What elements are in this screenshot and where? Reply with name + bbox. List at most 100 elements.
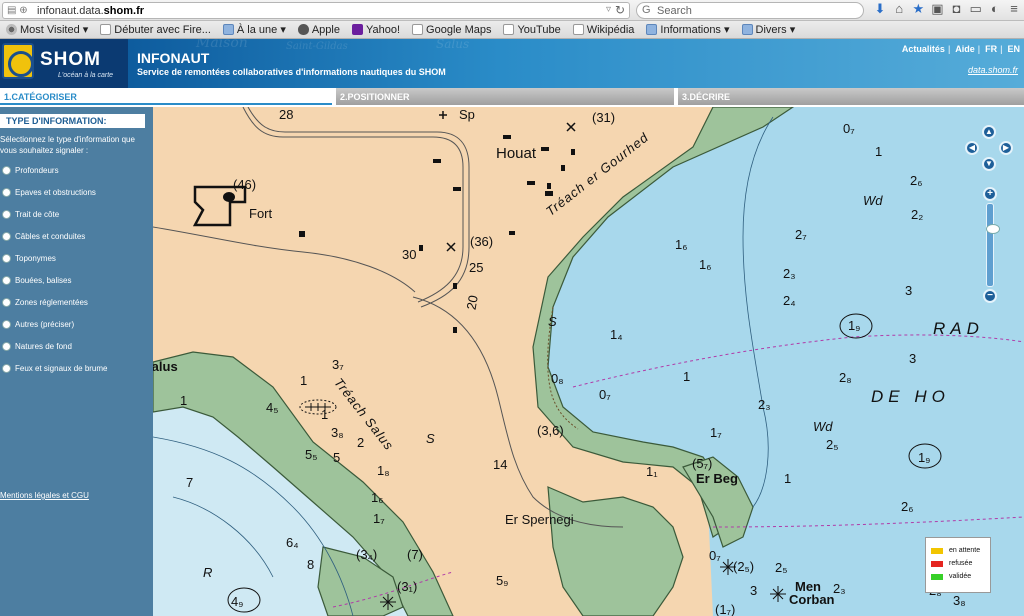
option-feux[interactable]: Feux et signaux de brume [2,361,108,375]
zoom-slider-handle[interactable] [986,224,1000,234]
sounding: 2₇ [795,227,807,242]
seabed-label: S [548,314,557,329]
shom-emblem-icon [2,43,34,79]
radio-button[interactable] [2,165,11,175]
bookmark-apple[interactable]: Apple [297,24,340,36]
pan-up-icon[interactable]: ▲ [982,125,996,139]
pan-right-icon[interactable]: ▶ [999,141,1013,155]
legend-swatch [931,573,943,580]
radio-button[interactable] [2,275,11,285]
sounding: 1 [321,407,329,422]
bookmark-a-la-une[interactable]: À la une ▾ [222,23,286,36]
tab-categoriser[interactable]: 1.CATÉGORISER [0,88,332,105]
option-toponymes[interactable]: Toponymes [2,251,56,265]
download-icon[interactable]: ⬇ [872,1,888,17]
bookmark-most-visited[interactable]: Most Visited ▾ [6,23,88,36]
shom-logo[interactable]: SHOM L'océan à la carte [0,39,128,88]
sounding: 1₇ [373,511,385,526]
search-field[interactable]: G Search [636,2,864,19]
zoom-out-button[interactable]: − [983,289,997,303]
link-aide[interactable]: Aide [955,44,975,54]
radio-button[interactable] [2,341,11,351]
browser-toolbar: ▤ ⊕ infonaut.data.shom.fr ▿ ↻ G Search ⬇… [0,0,1024,21]
tab-positionner[interactable]: 2.POSITIONNER [336,88,674,105]
sounding: 5₅ [305,447,318,462]
logo-tagline: L'océan à la carte [58,72,114,79]
sounding: 4₅ [266,400,279,415]
tab-decrire[interactable]: 3.DÉCRIRE [678,88,1024,105]
bookmark-yahoo[interactable]: Yahoo! [351,24,400,36]
pan-left-icon[interactable]: ◀ [965,141,979,155]
app-header: Maison Saint-Gildas Salus SHOM L'océan à… [0,39,1024,88]
url-field[interactable]: ▤ ⊕ infonaut.data.shom.fr ▿ ↻ [2,2,630,19]
sounding: 1₇ [710,425,722,440]
bookmark-wikipedia[interactable]: Wikipédia [572,24,634,36]
home-icon[interactable]: ⌂ [891,1,907,17]
nautical-chart-map[interactable]: Houat Fort Er Spernegi Er Beg Men Corban… [153,107,1024,616]
radio-button[interactable] [2,209,11,219]
radio-button[interactable] [2,187,11,197]
bookmark-debuter[interactable]: Débuter avec Fire... [100,24,211,36]
zoom-in-button[interactable]: + [983,187,997,201]
data-shom-link[interactable]: data.shom.fr [968,65,1018,75]
place-label: Salus [153,359,178,374]
option-epaves[interactable]: Epaves et obstructions [2,185,96,199]
yahoo-icon [351,24,363,35]
radio-button[interactable] [2,231,11,241]
pocket-icon[interactable]: ◘ [949,1,965,17]
sounding: 4₉ [231,594,244,609]
share-icon[interactable]: ◐ [987,1,1003,17]
legend-item: refusée [931,557,990,570]
place-label: RAD [933,319,984,338]
zoom-slider[interactable] [986,203,1000,287]
link-actualites[interactable]: Actualités [902,44,945,54]
sounding: 25 [469,260,484,275]
option-bouees[interactable]: Bouées, balises [2,273,71,287]
legend-swatch [931,547,943,554]
sounding: 3₈ [953,593,966,608]
sounding: 20 [463,294,481,311]
bookmark-divers[interactable]: Divers ▾ [741,23,795,36]
radio-button[interactable] [2,253,11,263]
legal-link[interactable]: Mentions légales et CGU [0,491,89,500]
sounding: 0₇ [843,121,855,136]
sounding: 1₄ [610,327,623,342]
sounding: 1 [875,144,883,159]
sounding: 1₁ [646,464,658,479]
site-info-icon[interactable]: ▤ ⊕ [7,5,28,16]
option-autres[interactable]: Autres (préciser) [2,317,74,331]
clipboard-icon[interactable]: ▣ [929,1,945,17]
option-trait-de-cote[interactable]: Trait de côte [2,207,59,221]
option-zones[interactable]: Zones réglementées [2,295,88,309]
option-cables[interactable]: Câbles et conduites [2,229,85,243]
bookmark-youtube[interactable]: YouTube [503,24,561,36]
bookmark-google-maps[interactable]: Google Maps [412,24,491,36]
radio-button[interactable] [2,363,11,373]
sounding: 2₅ [775,560,788,575]
url-dropdown-icon[interactable]: ▿ [606,4,611,15]
radio-button[interactable] [2,297,11,307]
bookmark-informations[interactable]: Informations ▾ [646,23,730,36]
sounding: (3₁) [397,579,418,594]
sounding: (1₇) [715,602,736,616]
bookmark-star-icon[interactable]: ★ [910,1,926,17]
option-profondeurs[interactable]: Profondeurs [2,163,59,177]
screen-icon[interactable]: ▭ [968,1,984,17]
place-label: Corban [789,592,835,607]
place-label: Sp [459,107,475,122]
pan-down-icon[interactable]: ▼ [982,157,996,171]
sounding: 1 [180,393,188,408]
option-natures-de-fond[interactable]: Natures de fond [2,339,72,353]
link-en[interactable]: EN [1007,44,1020,54]
radio-button[interactable] [2,319,11,329]
place-label: DE HO [871,387,950,406]
sounding: 3 [905,283,913,298]
folder-icon [646,24,658,35]
google-search-icon[interactable]: G [642,4,651,16]
sounding: 28 [279,107,294,122]
link-fr[interactable]: FR [985,44,997,54]
seabed-label: R [203,565,213,580]
app-title: INFONAUT [137,50,210,66]
menu-icon[interactable]: ≡ [1006,1,1022,17]
reload-icon[interactable]: ↻ [615,3,625,17]
